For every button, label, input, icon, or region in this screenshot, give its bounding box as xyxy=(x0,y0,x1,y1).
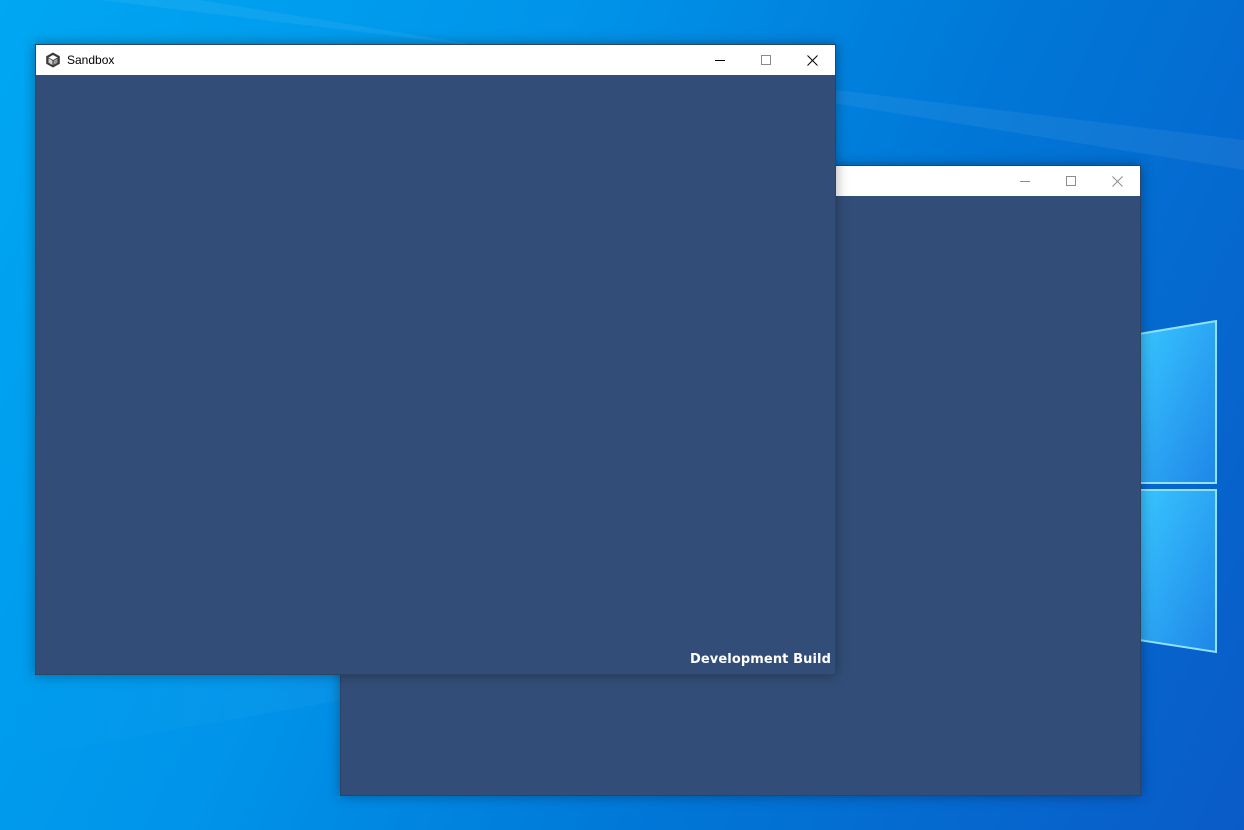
maximize-icon xyxy=(1066,176,1076,186)
window-title: Sandbox xyxy=(67,53,115,67)
development-build-watermark: Development Build xyxy=(689,652,831,667)
back-minimize-button[interactable] xyxy=(1002,166,1048,196)
unity-cube-icon xyxy=(45,52,61,68)
maximize-icon xyxy=(761,55,771,65)
minimize-icon xyxy=(1020,181,1030,182)
front-window-controls xyxy=(697,45,835,75)
maximize-button[interactable] xyxy=(743,45,789,75)
front-window[interactable]: Sandbox Development Build xyxy=(35,44,836,675)
front-window-titlebar[interactable]: Sandbox xyxy=(36,45,835,75)
close-icon xyxy=(1111,175,1123,187)
minimize-icon xyxy=(715,60,725,61)
minimize-button[interactable] xyxy=(697,45,743,75)
close-button[interactable] xyxy=(789,45,835,75)
windows-logo xyxy=(1138,319,1217,654)
back-close-button[interactable] xyxy=(1094,166,1140,196)
back-window-controls xyxy=(1002,166,1140,196)
back-maximize-button[interactable] xyxy=(1048,166,1094,196)
close-icon xyxy=(806,54,818,66)
desktop: Sandbox Development Build xyxy=(0,0,1244,830)
